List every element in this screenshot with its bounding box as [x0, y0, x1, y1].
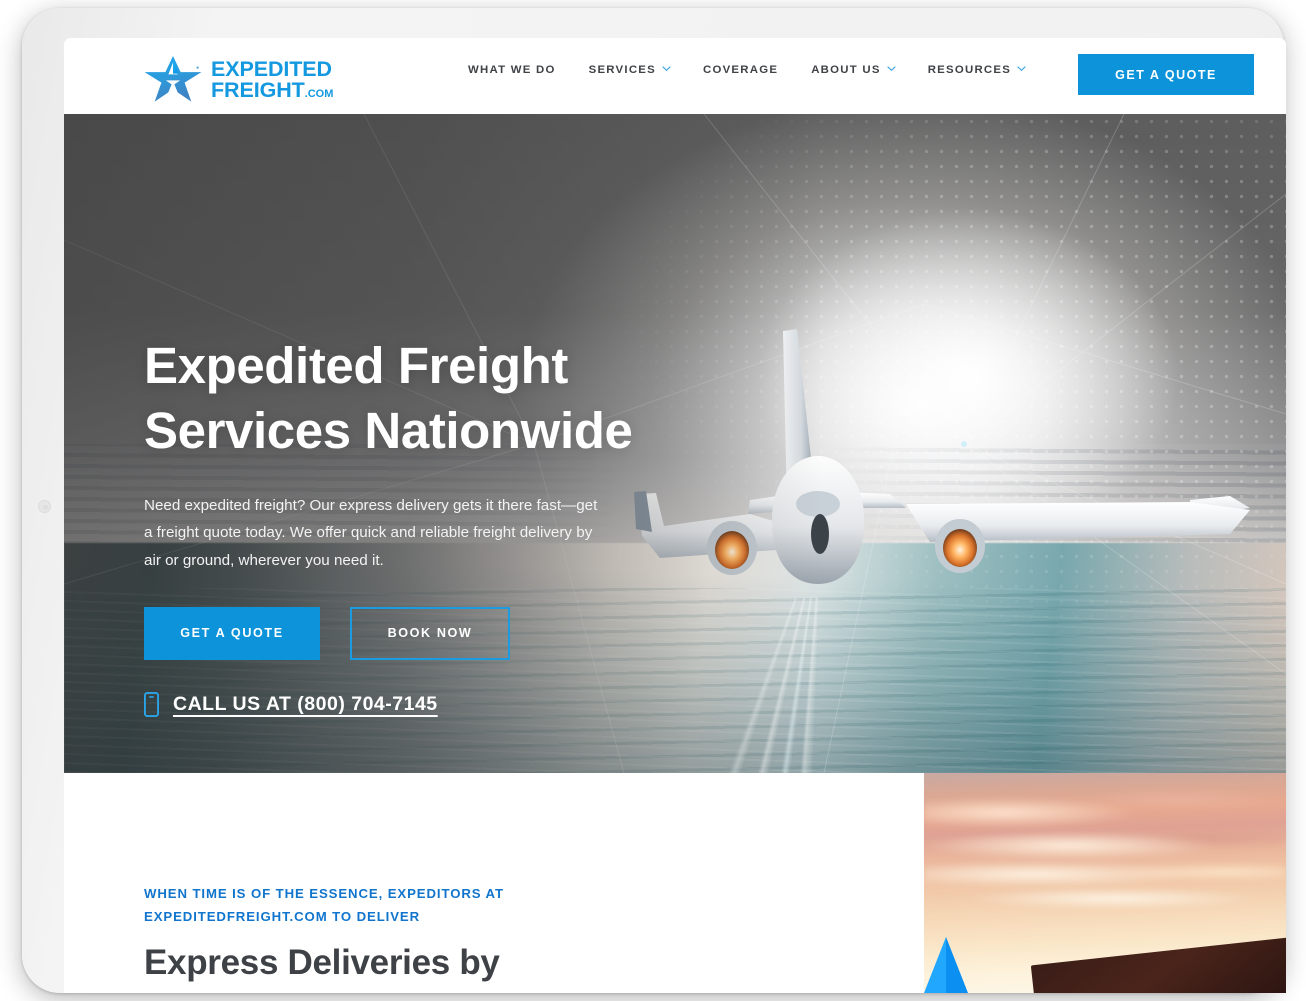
- logo-line-2: FREIGHT.COM: [211, 78, 334, 102]
- mobile-phone-icon: [143, 691, 160, 717]
- blue-triangle-accent: [924, 937, 968, 993]
- chevron-down-icon: [662, 66, 671, 74]
- nav-label: ABOUT US: [811, 64, 881, 76]
- sunset-photo: [924, 773, 1286, 993]
- intro-heading: Express Deliveries by: [144, 943, 500, 982]
- star-icon: [144, 56, 202, 102]
- site-header: EXPEDITED FREIGHT.COM WHAT WE DO SERVICE…: [64, 38, 1286, 114]
- browser-viewport: EXPEDITED FREIGHT.COM WHAT WE DO SERVICE…: [64, 38, 1286, 993]
- site-logo[interactable]: EXPEDITED FREIGHT.COM: [144, 56, 333, 102]
- hero-book-now-button[interactable]: BOOK NOW: [350, 606, 510, 660]
- logo-wordmark: EXPEDITED FREIGHT.COM: [211, 57, 333, 101]
- device-home-button[interactable]: [38, 500, 51, 513]
- nav-label: COVERAGE: [703, 64, 779, 76]
- intro-section: WHEN TIME IS OF THE ESSENCE, EXPEDITORS …: [64, 773, 1286, 993]
- nav-item-coverage[interactable]: COVERAGE: [703, 64, 778, 76]
- main-navigation: WHAT WE DO SERVICES COVERAGE ABOUT US RE…: [468, 64, 1026, 76]
- logo-dotcom: .COM: [304, 88, 334, 100]
- hero-phone-number: CALL US AT (800) 704-7145: [173, 692, 438, 715]
- hero-get-a-quote-button[interactable]: GET A QUOTE: [144, 606, 320, 660]
- hero-phone-link[interactable]: CALL US AT (800) 704-7145: [143, 691, 684, 717]
- intro-eyebrow: WHEN TIME IS OF THE ESSENCE, EXPEDITORS …: [144, 886, 504, 924]
- nav-item-services[interactable]: SERVICES: [588, 64, 671, 76]
- nav-item-about-us[interactable]: ABOUT US: [811, 64, 896, 76]
- header-get-a-quote-button[interactable]: GET A QUOTE: [1078, 54, 1254, 95]
- nav-item-what-we-do[interactable]: WHAT WE DO: [468, 64, 556, 76]
- hero-content: Expedited Freight Services Nationwide Ne…: [143, 334, 684, 717]
- tablet-device-frame: EXPEDITED FREIGHT.COM WHAT WE DO SERVICE…: [22, 8, 1286, 993]
- hero-button-group: GET A QUOTE BOOK NOW: [144, 606, 684, 660]
- hero-headline: Expedited Freight Services Nationwide: [144, 337, 633, 459]
- logo-line-1: EXPEDITED: [211, 56, 332, 81]
- chevron-down-icon: [1017, 66, 1026, 74]
- nav-label: WHAT WE DO: [468, 64, 556, 76]
- nav-item-resources[interactable]: RESOURCES: [927, 64, 1026, 76]
- chevron-down-icon: [887, 66, 896, 74]
- nav-label: SERVICES: [588, 64, 656, 76]
- hero-section: Expedited Freight Services Nationwide Ne…: [64, 114, 1286, 773]
- hero-subtitle: Need expedited freight? Our express deli…: [144, 496, 598, 569]
- nav-label: RESOURCES: [927, 64, 1012, 76]
